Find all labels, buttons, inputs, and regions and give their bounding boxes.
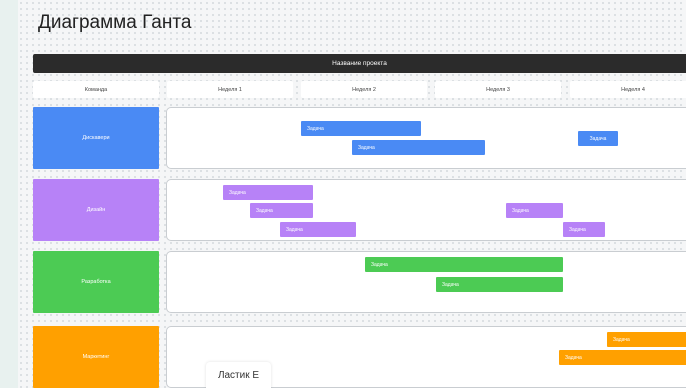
task-bar[interactable]: Задача xyxy=(607,332,686,347)
team-label: Маркетинг xyxy=(82,354,110,360)
lane-development[interactable]: Задача Задача xyxy=(166,251,686,313)
lane-discovery[interactable]: Задача Задача Задача xyxy=(166,107,686,169)
header-week-4[interactable]: Неделя 4 xyxy=(570,81,686,98)
team-label: Дизайн xyxy=(86,207,106,213)
header-week-2[interactable]: Неделя 2 xyxy=(301,81,427,98)
task-bar[interactable]: Задача xyxy=(436,277,563,292)
task-bar[interactable]: Задача xyxy=(250,203,313,218)
task-bar[interactable]: Задача xyxy=(559,350,686,365)
task-bar[interactable]: Задача xyxy=(280,222,356,237)
task-bar[interactable]: Задача xyxy=(506,203,563,218)
project-name-bar[interactable]: Название проекта xyxy=(33,54,686,73)
team-label: Дискавери xyxy=(82,135,110,141)
lane-design[interactable]: Задача Задача Задача Задача Задача xyxy=(166,179,686,241)
team-discovery[interactable]: Дискавери xyxy=(33,107,159,169)
team-development[interactable]: Разработка xyxy=(33,251,159,313)
task-bar[interactable]: Задача xyxy=(301,121,421,136)
task-bar[interactable]: Задача xyxy=(352,140,485,155)
team-label: Разработка xyxy=(81,279,111,285)
page-title: Диаграмма Ганта xyxy=(38,12,192,33)
header-team[interactable]: Команда xyxy=(33,81,159,98)
team-design[interactable]: Дизайн xyxy=(33,179,159,241)
tool-tooltip: Ластик E xyxy=(206,362,271,388)
task-bar[interactable]: Задача xyxy=(563,222,605,237)
task-bar[interactable]: Задача xyxy=(365,257,563,272)
task-bar[interactable]: Задача xyxy=(223,185,313,200)
header-week-3[interactable]: Неделя 3 xyxy=(435,81,561,98)
header-week-1[interactable]: Неделя 1 xyxy=(167,81,293,98)
team-marketing[interactable]: Маркетинг xyxy=(33,326,159,388)
task-bar[interactable]: Задача xyxy=(578,131,618,146)
project-name-label: Название проекта xyxy=(332,60,387,67)
